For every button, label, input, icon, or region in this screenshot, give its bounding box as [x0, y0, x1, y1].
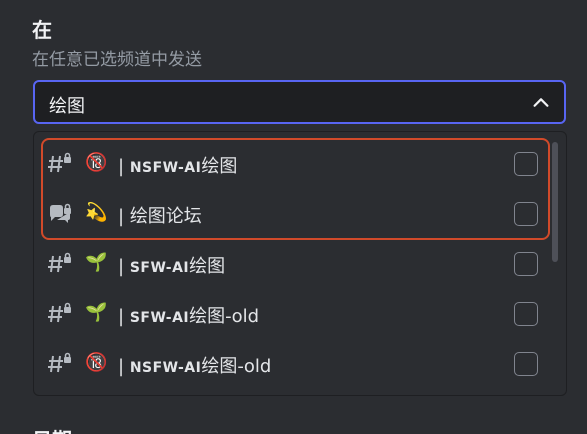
emoji-icon: 💫 — [85, 202, 108, 223]
section-subtitle: 在任意已选频道中发送 — [32, 50, 202, 70]
channel-dropdown-list: 🔞 | NSFW-AI绘图 💫 | 绘图论坛 🌱 | SFW-AI绘图 🌱 | … — [33, 131, 567, 396]
option-checkbox[interactable] — [514, 252, 538, 276]
channel-option[interactable]: 🌱 | SFW-AI绘图-old — [34, 289, 549, 339]
text-channel-locked-icon — [48, 152, 71, 173]
date-section-title: 日期 — [32, 424, 72, 434]
forum-channel-locked-icon — [50, 203, 71, 223]
channel-option[interactable]: 🌱 | SFW-AI绘图 — [34, 239, 549, 289]
select-value[interactable]: 绘图 — [49, 92, 85, 118]
channel-option[interactable]: 🔞 | NSFW-AI绘图-old — [34, 339, 549, 389]
option-label: | SFW-AI绘图-old — [118, 306, 260, 327]
channel-select[interactable]: 绘图 — [33, 80, 566, 124]
text-channel-locked-icon — [48, 352, 71, 373]
emoji-icon: 🔞 — [85, 152, 108, 173]
emoji-icon: 🔞 — [85, 352, 108, 373]
channel-option[interactable]: 🔞 | NSFW-AI绘图 — [34, 139, 549, 189]
option-checkbox[interactable] — [514, 152, 538, 176]
option-checkbox[interactable] — [514, 302, 538, 326]
chevron-up-icon[interactable] — [530, 92, 552, 114]
channel-filter-panel: 在 在任意已选频道中发送 绘图 🔞 | NSFW-AI绘图 💫 | 绘图论坛 🌱… — [0, 0, 587, 434]
option-label: | NSFW-AI绘图-old — [118, 356, 272, 377]
option-checkbox[interactable] — [514, 202, 538, 226]
emoji-icon: 🌱 — [85, 252, 108, 273]
option-label: | SFW-AI绘图 — [118, 256, 226, 277]
scrollbar[interactable] — [552, 142, 558, 262]
option-checkbox[interactable] — [514, 352, 538, 376]
option-label: | NSFW-AI绘图 — [118, 156, 238, 177]
option-label: | 绘图论坛 — [118, 206, 202, 227]
section-title: 在 — [32, 18, 52, 42]
emoji-icon: 🌱 — [85, 302, 108, 323]
text-channel-locked-icon — [48, 302, 71, 323]
channel-option[interactable]: 💫 | 绘图论坛 — [34, 189, 549, 239]
text-channel-locked-icon — [48, 252, 71, 273]
